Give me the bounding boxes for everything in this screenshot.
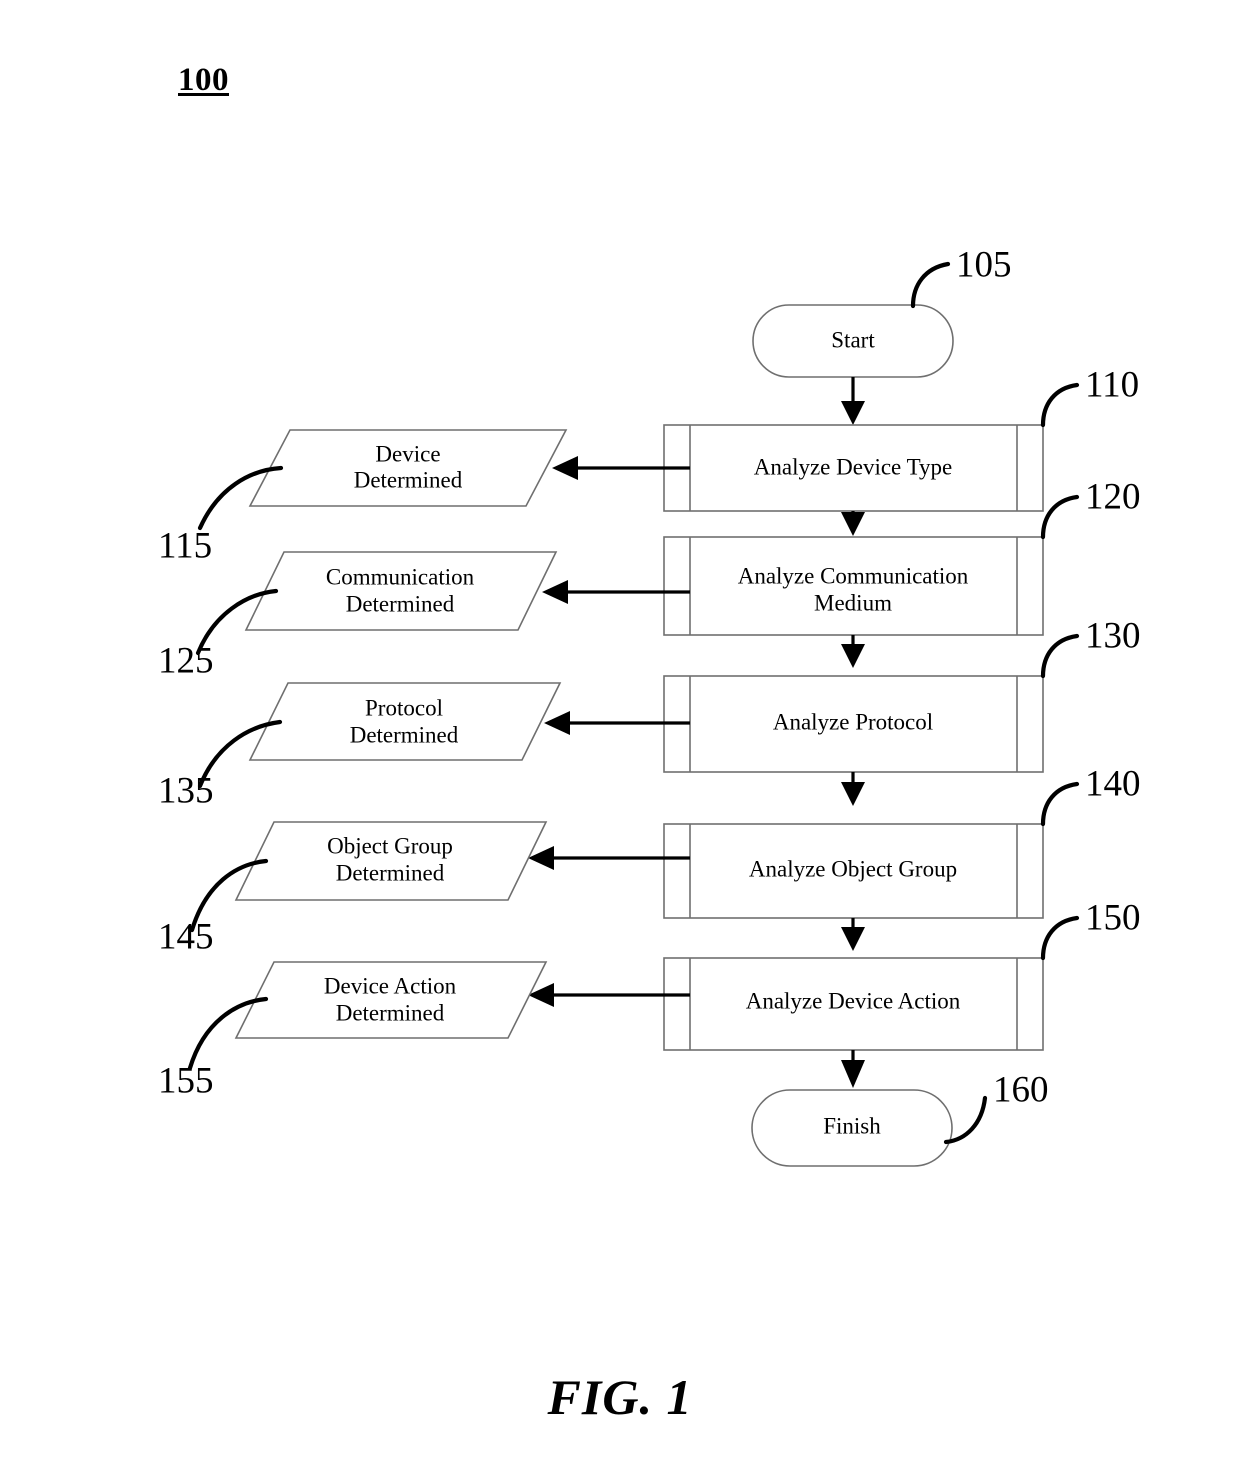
ref-label-120: 120 bbox=[1085, 476, 1141, 517]
outcome-node-4: Object Group Determined bbox=[234, 821, 548, 901]
outcome-node-2-label-line2: Determined bbox=[346, 591, 455, 616]
outcome-node-3-label-line2: Determined bbox=[350, 722, 459, 747]
connector-step4-to-step5 bbox=[841, 918, 865, 951]
process-step-2: Analyze Communication Medium bbox=[663, 536, 1044, 636]
finish-node-label: Finish bbox=[823, 1113, 881, 1138]
process-step-4-label: Analyze Object Group bbox=[749, 856, 957, 881]
leader-110: 110 bbox=[1040, 364, 1139, 428]
ref-label-140: 140 bbox=[1085, 763, 1141, 804]
connector-step3-to-step4 bbox=[841, 772, 865, 806]
outcome-node-4-label-line2: Determined bbox=[336, 860, 445, 885]
ref-label-135: 135 bbox=[158, 770, 214, 811]
ref-label-125: 125 bbox=[158, 640, 214, 681]
process-step-1-label: Analyze Device Type bbox=[754, 454, 953, 479]
ref-label-115: 115 bbox=[158, 525, 212, 566]
process-step-4: Analyze Object Group bbox=[663, 823, 1044, 919]
process-step-5: Analyze Device Action bbox=[663, 957, 1044, 1051]
outcome-node-4-label-line1: Object Group bbox=[327, 833, 453, 858]
leader-120: 120 bbox=[1040, 476, 1141, 540]
process-step-1: Analyze Device Type bbox=[663, 424, 1044, 512]
connector-step2-to-step3 bbox=[841, 635, 865, 668]
connector-start-to-step1 bbox=[841, 377, 865, 425]
figure-container: 100 Start 105 Analyze Device Type 110 De… bbox=[0, 0, 1240, 1476]
ref-label-150: 150 bbox=[1085, 897, 1141, 938]
ref-label-155: 155 bbox=[158, 1060, 214, 1101]
leader-105: 105 bbox=[910, 244, 1012, 309]
outcome-node-1-label-line1: Device bbox=[375, 441, 440, 466]
leader-150: 150 bbox=[1040, 897, 1141, 961]
outcome-node-2: Communication Determined bbox=[244, 551, 558, 631]
outcome-node-5: Device Action Determined bbox=[234, 961, 548, 1039]
ref-label-145: 145 bbox=[158, 916, 214, 957]
outcome-node-3-label-line1: Protocol bbox=[365, 695, 443, 720]
process-step-3: Analyze Protocol bbox=[663, 675, 1044, 773]
connector-step1-to-step2 bbox=[841, 511, 865, 536]
process-step-5-label: Analyze Device Action bbox=[746, 988, 961, 1013]
leader-130: 130 bbox=[1040, 615, 1141, 679]
outcome-node-2-label-line1: Communication bbox=[326, 564, 475, 589]
process-step-2-label-line2: Medium bbox=[814, 590, 892, 615]
start-node: Start bbox=[752, 304, 954, 378]
outcome-node-1-label-line2: Determined bbox=[354, 467, 463, 492]
connector-step5-to-finish bbox=[841, 1050, 865, 1088]
flowchart-svg: Start 105 Analyze Device Type 110 Device… bbox=[158, 244, 1141, 1167]
start-node-label: Start bbox=[831, 327, 875, 352]
outcome-node-3: Protocol Determined bbox=[248, 682, 562, 761]
ref-label-160: 160 bbox=[993, 1069, 1049, 1110]
outcome-node-5-label-line1: Device Action bbox=[324, 973, 457, 998]
ref-label-105: 105 bbox=[956, 244, 1012, 285]
process-step-3-label: Analyze Protocol bbox=[773, 709, 933, 734]
leader-160: 160 bbox=[943, 1069, 1049, 1145]
process-step-2-label-line1: Analyze Communication bbox=[738, 563, 969, 588]
finish-node: Finish bbox=[751, 1089, 953, 1167]
ref-label-110: 110 bbox=[1085, 364, 1139, 405]
ref-label-130: 130 bbox=[1085, 615, 1141, 656]
outcome-node-1: Device Determined bbox=[248, 429, 568, 507]
leader-140: 140 bbox=[1040, 763, 1141, 827]
outcome-node-5-label-line2: Determined bbox=[336, 1000, 445, 1025]
figure-caption: FIG. 1 bbox=[547, 1369, 693, 1425]
